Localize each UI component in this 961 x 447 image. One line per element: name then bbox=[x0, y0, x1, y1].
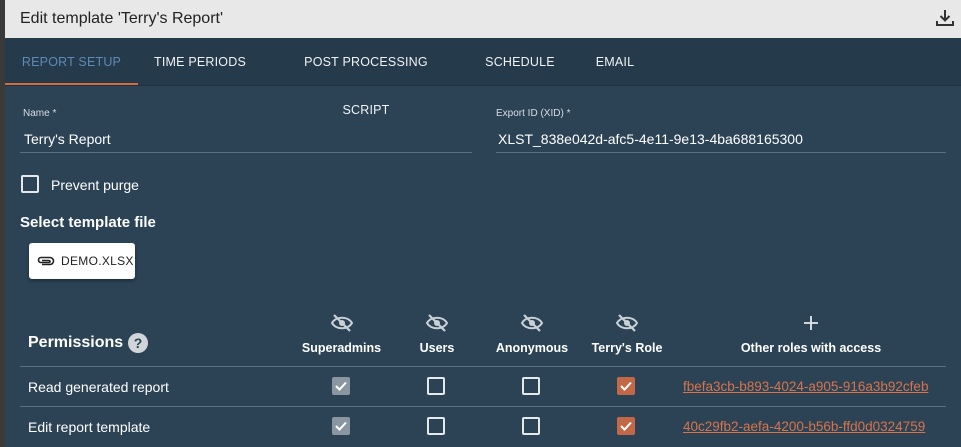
name-field[interactable]: Terry's Report bbox=[24, 131, 111, 147]
dialog-body: REPORT SETUP TIME PERIODS POST PROCESSIN… bbox=[5, 38, 961, 447]
template-file-name: DEMO.XLSX bbox=[61, 254, 134, 268]
download-icon[interactable] bbox=[933, 6, 957, 30]
permissions-header-divider bbox=[20, 366, 946, 367]
eye-off-icon[interactable] bbox=[330, 314, 354, 332]
xid-field[interactable]: XLST_838e042d-afc5-4e11-9e13-4ba68816530… bbox=[498, 131, 803, 147]
permissions-row-divider bbox=[20, 406, 946, 407]
column-terrys-role: Terry's Role bbox=[591, 341, 663, 355]
other-roles-read-link[interactable]: fbefa3cb-b893-4024-a905-916a3b92cfeb bbox=[683, 379, 928, 394]
terrys-role-read-checkbox[interactable] bbox=[617, 377, 635, 395]
column-anonymous: Anonymous bbox=[495, 341, 569, 355]
tab-time-periods[interactable]: TIME PERIODS bbox=[145, 38, 255, 86]
tab-email[interactable]: EMAIL bbox=[585, 38, 645, 86]
paperclip-icon bbox=[37, 256, 55, 266]
select-template-heading: Select template file bbox=[20, 214, 156, 231]
name-field-underline bbox=[20, 152, 472, 153]
anonymous-edit-checkbox[interactable] bbox=[522, 417, 540, 435]
active-tab-indicator bbox=[5, 83, 138, 85]
prevent-purge-label: Prevent purge bbox=[51, 177, 139, 193]
xid-field-label: Export ID (XID) * bbox=[496, 108, 571, 119]
xid-field-underline bbox=[496, 152, 946, 153]
help-icon[interactable]: ? bbox=[128, 333, 148, 353]
tab-report-setup[interactable]: REPORT SETUP bbox=[5, 38, 138, 86]
column-superadmins: Superadmins bbox=[301, 341, 382, 355]
template-file-button[interactable]: DEMO.XLSX bbox=[29, 243, 135, 279]
eye-off-icon[interactable] bbox=[615, 314, 639, 332]
users-edit-checkbox[interactable] bbox=[427, 417, 445, 435]
users-read-checkbox[interactable] bbox=[427, 377, 445, 395]
terrys-role-edit-checkbox[interactable] bbox=[617, 417, 635, 435]
tab-schedule[interactable]: SCHEDULE bbox=[480, 38, 560, 86]
superadmins-read-checkbox bbox=[332, 377, 350, 395]
superadmins-edit-checkbox bbox=[332, 417, 350, 435]
column-users: Users bbox=[419, 341, 455, 355]
permission-row-label: Edit report template bbox=[28, 419, 151, 435]
name-field-label: Name * bbox=[23, 108, 57, 119]
dialog-title-bar: Edit template 'Terry's Report' bbox=[5, 0, 961, 38]
dialog-title: Edit template 'Terry's Report' bbox=[20, 10, 224, 27]
tab-bar: REPORT SETUP TIME PERIODS POST PROCESSIN… bbox=[5, 38, 961, 117]
tab-post-processing-script[interactable]: POST PROCESSING SCRIPT bbox=[280, 38, 452, 117]
eye-off-icon[interactable] bbox=[425, 314, 449, 332]
plus-icon[interactable] bbox=[799, 314, 823, 332]
permissions-title: Permissions bbox=[28, 334, 124, 351]
anonymous-read-checkbox[interactable] bbox=[522, 377, 540, 395]
column-other-roles: Other roles with access bbox=[740, 341, 882, 355]
other-roles-edit-link[interactable]: 40c29fb2-aefa-4200-b56b-ffd0d0324759 bbox=[683, 419, 925, 434]
prevent-purge-checkbox[interactable] bbox=[21, 175, 39, 193]
eye-off-icon[interactable] bbox=[520, 314, 544, 332]
permission-row-label: Read generated report bbox=[28, 379, 169, 395]
